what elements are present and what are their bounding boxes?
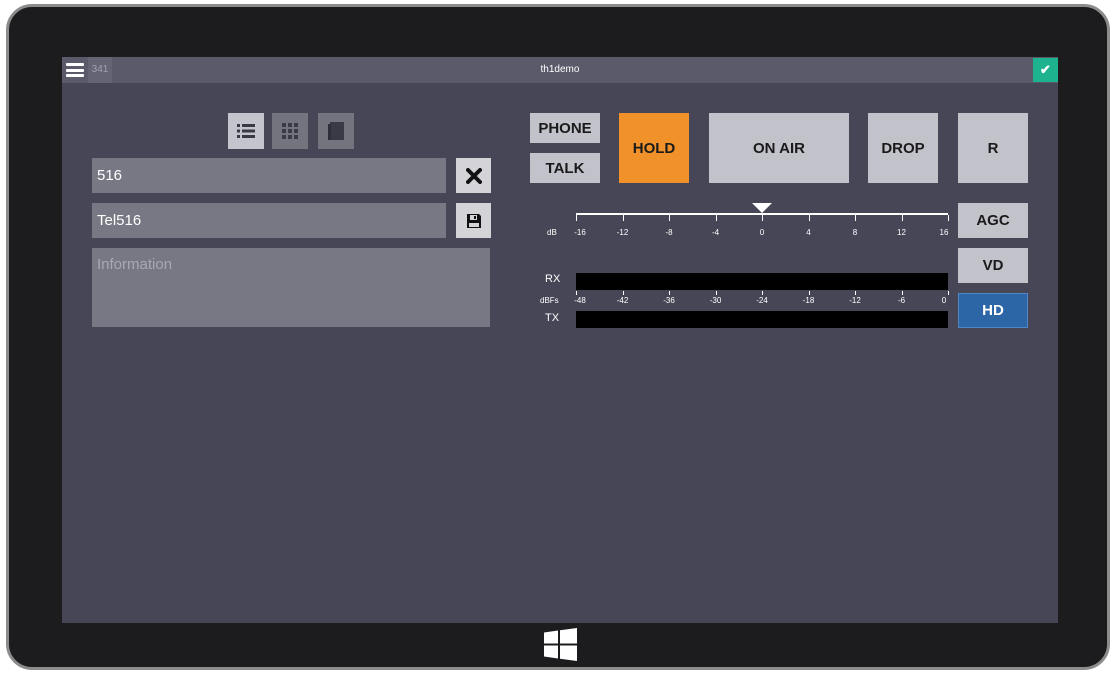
line-number: 341 [88, 57, 112, 83]
level-scale-tick [808, 291, 810, 295]
level-scale-tick [622, 291, 624, 295]
list-icon [237, 124, 255, 138]
gain-scale-tick [948, 215, 949, 221]
gain-scale-tick [669, 215, 670, 221]
number-field[interactable] [92, 158, 446, 193]
gain-scale-tick-label: -16 [574, 228, 586, 237]
gain-scale-tick-label: 8 [852, 228, 858, 237]
gain-unit-label: dB [547, 228, 557, 237]
gain-scale-tick [576, 215, 577, 221]
level-scale-tick-label: -36 [663, 296, 675, 305]
check-icon[interactable]: ✔ [1033, 58, 1058, 82]
hd-button[interactable]: HD [958, 293, 1028, 328]
level-scale-tick-label: -24 [756, 296, 768, 305]
level-scale-tick-label: -42 [616, 296, 629, 305]
gain-scale-tick [622, 215, 624, 221]
number-input[interactable] [97, 167, 446, 184]
level-unit-label: dBFs [540, 296, 559, 305]
agc-button[interactable]: AGC [958, 203, 1028, 238]
level-scale-tick [669, 291, 670, 295]
level-scale-tick-label: -6 [897, 296, 906, 305]
floppy-disk-icon [466, 213, 481, 228]
level-scale-tick [855, 291, 856, 295]
tx-label: TX [545, 312, 560, 324]
gain-scale-tick [855, 215, 856, 221]
name-field[interactable] [92, 203, 446, 238]
level-scale-tick-label: -48 [574, 296, 586, 305]
view-book-button[interactable] [318, 113, 354, 149]
level-scale-tick [762, 291, 763, 295]
view-grid-button[interactable] [272, 113, 308, 149]
save-button[interactable] [456, 203, 491, 238]
tx-level-meter [576, 311, 948, 328]
level-scale-tick-label: 0 [941, 296, 947, 305]
level-scale-tick-label: -18 [802, 296, 815, 305]
gain-scale-tick [808, 215, 810, 221]
level-scale-tick-label: -30 [709, 296, 722, 305]
level-scale-tick [901, 291, 903, 295]
gain-scale-tick-label: 16 [939, 228, 949, 237]
name-input[interactable] [97, 212, 446, 229]
gain-scale-tick-label: -12 [616, 228, 629, 237]
close-icon [465, 167, 482, 184]
level-scale-tick [576, 291, 577, 295]
level-scale-tick [715, 291, 717, 295]
gain-scale-tick [901, 215, 903, 221]
gain-scale-tick-label: 0 [759, 228, 765, 237]
gain-scale-tick [715, 215, 717, 221]
title-bar: 341 th1demo ✔ [62, 57, 1058, 83]
level-scale-tick-label: -12 [849, 296, 861, 305]
app-title: th1demo [540, 64, 580, 75]
information-field[interactable] [92, 248, 490, 335]
book-icon [328, 122, 344, 140]
phone-button[interactable]: PHONE [530, 113, 600, 143]
gain-scale-tick-label: -4 [711, 228, 720, 237]
on-air-button[interactable]: ON AIR [709, 113, 849, 183]
r-button[interactable]: R [958, 113, 1028, 183]
drop-button[interactable]: DROP [868, 113, 938, 183]
rx-level-meter [576, 273, 948, 290]
clear-button[interactable] [456, 158, 491, 193]
information-textarea[interactable] [97, 248, 490, 335]
gain-scale-tick-label: 4 [806, 228, 811, 237]
gain-scale-tick-label: 12 [897, 228, 906, 237]
gain-scale-tick [762, 215, 763, 221]
view-list-button[interactable] [228, 113, 264, 149]
rx-label: RX [545, 273, 561, 285]
gain-slider-thumb-icon[interactable] [752, 203, 772, 213]
windows-logo-icon[interactable] [544, 628, 577, 661]
vd-button[interactable]: VD [958, 248, 1028, 283]
hamburger-menu-icon[interactable] [66, 63, 84, 77]
talk-button[interactable]: TALK [530, 153, 600, 183]
grid-icon [282, 123, 298, 139]
gain-scale-tick-label: -8 [665, 228, 673, 237]
app-screen: 341 th1demo ✔ 516 Tel516 Information PHO… [62, 57, 1058, 623]
hold-button[interactable]: HOLD [619, 113, 689, 183]
level-scale-tick [948, 291, 949, 295]
